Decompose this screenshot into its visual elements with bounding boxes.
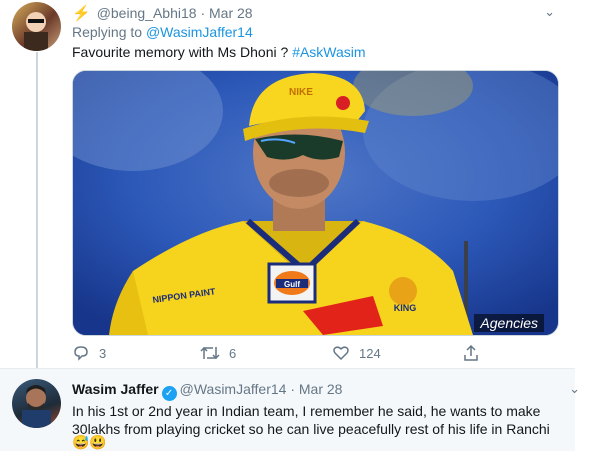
chevron-down-icon[interactable]: ⌄ xyxy=(569,381,580,397)
verified-badge-icon: ✓ xyxy=(161,386,177,401)
chevron-down-icon[interactable]: ⌄ xyxy=(544,4,555,20)
user-handle[interactable]: @being_Abhi18 xyxy=(97,5,197,21)
thread-line xyxy=(36,52,38,374)
user-display-name[interactable]: Wasim Jaffer xyxy=(72,381,159,397)
hashtag-link[interactable]: #AskWasim xyxy=(292,44,365,60)
tweet-text: In his 1st or 2nd year in Indian team, I… xyxy=(72,403,550,437)
avatar-image xyxy=(24,12,48,51)
tweet-header: Wasim Jaffer ✓ @WasimJaffer14 · Mar 28 xyxy=(72,381,342,401)
avatar[interactable] xyxy=(12,2,61,51)
tweet-actions: 3 6 124 xyxy=(72,344,492,364)
share-button[interactable] xyxy=(462,344,489,362)
cap-logo: NIKE xyxy=(289,87,313,98)
emoji-text: 😅😃 xyxy=(72,434,107,450)
tweet-date[interactable]: Mar 28 xyxy=(209,5,253,21)
reply-button[interactable]: 3 xyxy=(72,344,106,362)
retweet-button[interactable]: 6 xyxy=(200,344,236,362)
tweet-text: Favourite memory with Ms Dhoni ? #AskWas… xyxy=(72,44,366,60)
separator-dot: · xyxy=(200,5,206,21)
separator-dot: · xyxy=(290,381,295,397)
avatar-image xyxy=(22,385,51,428)
jersey-sponsor: Gulf xyxy=(284,280,300,289)
heart-icon xyxy=(333,346,349,361)
dhoni-photo: Gulf KING NIPPON PAINT NIKE xyxy=(73,71,558,335)
reply-count: 3 xyxy=(99,345,107,361)
tweet-text-body: Favourite memory with Ms Dhoni ? xyxy=(72,44,293,60)
tweet-date[interactable]: Mar 28 xyxy=(299,381,343,397)
user-handle[interactable]: @WasimJaffer14 xyxy=(180,381,287,397)
replying-prefix: Replying to xyxy=(72,24,143,40)
retweet-icon xyxy=(200,346,220,360)
tweet-media-image[interactable]: Gulf KING NIPPON PAINT NIKE Agencies xyxy=(72,70,559,336)
like-count: 124 xyxy=(359,345,381,361)
avatar[interactable] xyxy=(12,379,61,428)
replying-to: Replying to @WasimJaffer14 xyxy=(72,24,253,40)
jersey-text-right: KING xyxy=(394,303,417,313)
retweet-count: 6 xyxy=(229,345,237,361)
tweet-header: ⚡ @being_Abhi18 · Mar 28 xyxy=(72,4,253,22)
tweet-being-abhi18[interactable]: ⚡ @being_Abhi18 · Mar 28 ⌄ Replying to @W… xyxy=(0,0,575,374)
reply-icon xyxy=(74,346,88,361)
share-icon xyxy=(464,344,478,361)
lightning-icon: ⚡ xyxy=(72,5,91,22)
like-button[interactable]: 124 xyxy=(332,344,381,362)
photo-credit: Agencies xyxy=(474,314,544,332)
reply-mention-link[interactable]: @WasimJaffer14 xyxy=(146,24,253,40)
